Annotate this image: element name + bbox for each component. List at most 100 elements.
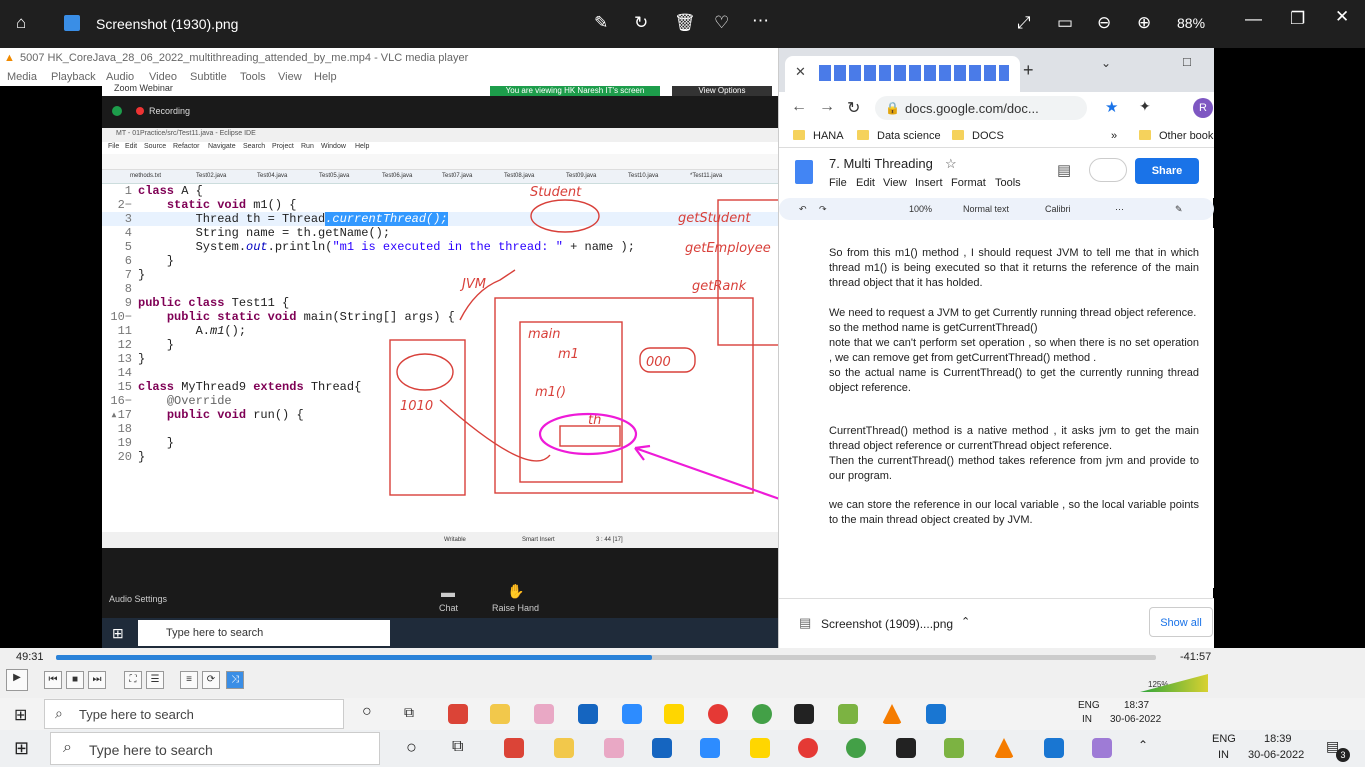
terminal-icon[interactable]	[896, 738, 916, 758]
ecl-menu-window[interactable]: Window	[321, 143, 346, 150]
chevron-up-icon[interactable]: ⌃	[1138, 738, 1148, 752]
store-icon[interactable]	[578, 704, 598, 724]
ecl-menu-search[interactable]: Search	[243, 143, 265, 150]
clock-time[interactable]: 18:39	[1264, 733, 1292, 745]
zoom-app-icon[interactable]	[700, 738, 720, 758]
window-maximize-icon[interactable]: □	[1183, 54, 1191, 69]
extended-settings-button[interactable]: ☰	[146, 671, 164, 689]
menu-playback[interactable]: Playback	[51, 71, 96, 83]
spring-app-icon[interactable]	[846, 738, 866, 758]
notepad-icon[interactable]	[944, 738, 964, 758]
vlc-app-icon[interactable]	[994, 738, 1014, 758]
ecl-menu-refactor[interactable]: Refactor	[173, 143, 199, 150]
ecl-menu-navigate[interactable]: Navigate	[208, 143, 236, 150]
close-icon[interactable]: ✕	[1335, 8, 1349, 25]
profile-avatar[interactable]: R	[1193, 98, 1213, 118]
next-button[interactable]: ⏭	[88, 671, 106, 689]
forward-icon[interactable]: →	[819, 98, 835, 116]
extensions-icon[interactable]: ✦	[1139, 98, 1151, 115]
file-explorer-icon[interactable]	[490, 704, 510, 724]
zoom-select[interactable]: 100%	[909, 204, 932, 214]
address-bar[interactable]: 🔒 docs.google.com/doc...	[875, 96, 1087, 120]
bookmark-data-science[interactable]: Data science	[877, 130, 941, 142]
ecl-menu-source[interactable]: Source	[144, 143, 166, 150]
editing-mode-icon[interactable]: ✎	[1175, 204, 1183, 215]
snipping-tool-icon[interactable]	[534, 704, 554, 724]
home-icon[interactable]: ⌂	[16, 14, 26, 31]
bookmark-star-icon[interactable]: ★	[1105, 98, 1118, 116]
menu-media[interactable]: Media	[7, 71, 37, 83]
back-icon[interactable]: ←	[791, 98, 807, 116]
font-select[interactable]: Calibri	[1045, 204, 1071, 214]
tab-search-icon[interactable]: ⌄	[1101, 56, 1111, 70]
document-body[interactable]: So from this m1() method , I should requ…	[779, 228, 1214, 588]
fullscreen-icon[interactable]: ⤢	[1017, 14, 1031, 31]
chat-button[interactable]: Chat	[439, 603, 458, 613]
pinned-tabs-icons[interactable]	[819, 65, 1009, 81]
audio-settings[interactable]: Audio Settings	[109, 594, 167, 604]
sticky-notes-icon[interactable]	[664, 704, 684, 724]
menu-help[interactable]: Help	[314, 71, 337, 83]
comment-icon[interactable]: ▤	[1057, 161, 1071, 179]
clock-date[interactable]: 30-06-2022	[1110, 714, 1161, 725]
store-icon[interactable]	[652, 738, 672, 758]
bookmark-other[interactable]: Other book	[1159, 130, 1213, 142]
new-tab-icon[interactable]: +	[1023, 60, 1034, 81]
zoom-in-icon[interactable]: ⊕	[1137, 14, 1151, 31]
docs-menu-tools[interactable]: Tools	[995, 177, 1021, 189]
stop-button[interactable]: ■	[66, 671, 84, 689]
more-bookmarks-icon[interactable]: »	[1111, 130, 1117, 142]
star-icon[interactable]: ☆	[945, 156, 957, 172]
minimize-icon[interactable]: —	[1245, 10, 1262, 27]
cortana-icon[interactable]: ○	[362, 703, 372, 721]
doc-title[interactable]: 7. Multi Threading	[829, 156, 933, 171]
more-tools-icon[interactable]: ⋯	[1115, 204, 1124, 215]
chrome-app-icon[interactable]	[448, 704, 468, 724]
ecl-menu-run[interactable]: Run	[301, 143, 314, 150]
sticky-notes-icon[interactable]	[750, 738, 770, 758]
file-explorer-icon[interactable]	[554, 738, 574, 758]
delete-icon[interactable]: 🗑	[674, 14, 696, 31]
menu-view[interactable]: View	[278, 71, 302, 83]
seek-bar[interactable]	[56, 655, 1156, 660]
bookmark-hana[interactable]: HANA	[813, 130, 844, 142]
maximize-icon[interactable]: ❐	[1290, 10, 1305, 27]
heart-icon[interactable]: ♡	[714, 14, 729, 31]
chrome-tab[interactable]: ✕	[785, 56, 1020, 92]
shuffle-button[interactable]: ⤨	[226, 671, 244, 689]
ecl-menu-project[interactable]: Project	[272, 143, 294, 150]
previous-button[interactable]: ⏮	[44, 671, 62, 689]
taskbar-search[interactable]: ⌕ Type here to search	[44, 699, 344, 729]
docs-menu-edit[interactable]: Edit	[856, 177, 875, 189]
photos-app-icon[interactable]	[1044, 738, 1064, 758]
editor-tab[interactable]: Test02.java	[196, 173, 226, 179]
close-tab-icon[interactable]: ✕	[795, 64, 806, 80]
photos-app-icon[interactable]	[926, 704, 946, 724]
task-view-icon[interactable]: ⧉	[452, 738, 463, 756]
editor-tab[interactable]: Test04.java	[257, 173, 287, 179]
play-button[interactable]: ▶	[6, 669, 28, 691]
docs-menu-format[interactable]: Format	[951, 177, 986, 189]
menu-video[interactable]: Video	[149, 71, 177, 83]
edit-icon[interactable]: ✎	[594, 14, 608, 31]
language[interactable]: ENG	[1212, 733, 1236, 745]
clock-time[interactable]: 18:37	[1124, 700, 1149, 711]
menu-tools[interactable]: Tools	[240, 71, 266, 83]
hand-icon[interactable]: ✋	[507, 583, 524, 600]
fullscreen-button[interactable]: ⛶	[124, 671, 142, 689]
show-all-button[interactable]: Show all	[1149, 607, 1213, 637]
zoom-app-icon[interactable]	[622, 704, 642, 724]
ecl-menu-edit[interactable]: Edit	[125, 143, 137, 150]
fit-icon[interactable]: ▭	[1057, 14, 1073, 31]
clock-date[interactable]: 30-06-2022	[1248, 749, 1304, 761]
ecl-menu-help[interactable]: Help	[355, 143, 369, 150]
notepad-icon[interactable]	[838, 704, 858, 724]
menu-subtitle[interactable]: Subtitle	[190, 71, 227, 83]
docs-menu-file[interactable]: File	[829, 177, 847, 189]
loop-button[interactable]: ⟳	[202, 671, 220, 689]
record-app-icon[interactable]	[708, 704, 728, 724]
more-icon[interactable]: ⋯	[752, 12, 769, 29]
reload-icon[interactable]: ↻	[847, 98, 860, 118]
editor-tab[interactable]: methods.txt	[130, 173, 161, 179]
ecl-menu-file[interactable]: File	[108, 143, 119, 150]
